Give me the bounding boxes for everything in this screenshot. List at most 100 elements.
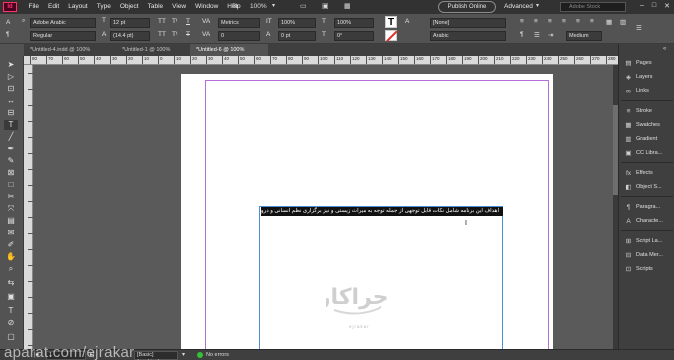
menu-type[interactable]: Type [92,3,115,10]
skew-field[interactable]: 0° [334,31,374,41]
menu-layout[interactable]: Layout [64,3,93,10]
default-colors-icon[interactable]: ⇆ [4,278,18,288]
indent-icon[interactable]: ⇥ [548,31,553,39]
tab-untitled-1[interactable]: *Untitled-1 @ 100% [116,44,190,56]
text-stroke-swatch[interactable] [385,30,397,41]
justify-icon[interactable]: ≡ [562,18,566,25]
pencil-tool-icon[interactable]: ✎ [4,156,18,166]
paragraph-formatting-icon[interactable]: ¶ [6,31,10,38]
baseline-shift-field[interactable]: 0 pt [278,31,316,41]
language-field[interactable]: Arabic [430,31,506,41]
rectangle-frame-tool-icon[interactable]: ⊠ [4,168,18,178]
kerning-field[interactable]: Metrics [218,18,260,28]
panel-effects[interactable]: fx Effects [625,168,653,178]
strikethrough-button[interactable]: T [186,31,190,38]
arrange-documents-icon[interactable]: ▦ [344,2,351,10]
collapse-panels-icon[interactable]: « [663,46,666,52]
panel-pages[interactable]: ▤ Pages [625,58,651,68]
panel-script-label[interactable]: ⊞ Script La... [625,236,663,246]
tracking-field[interactable]: 0 [218,31,260,41]
panel-paragraph-styles[interactable]: ¶ Paragra... [625,202,660,212]
type-tool-icon[interactable]: T [4,120,18,130]
paragraph-direction-icon[interactable]: ¶ [520,31,524,38]
direct-selection-tool-icon[interactable]: ▷ [4,72,18,82]
minimize-icon[interactable]: – [640,2,644,10]
page-tool-icon[interactable]: ⊡ [4,84,18,94]
document-page[interactable]: اهداف این برنامه شامل نکات قابل توجهی از… [181,74,553,349]
screen-mode-tool-icon[interactable]: ▢ [4,332,18,342]
font-family-field[interactable]: Adobe Arabic [30,18,96,28]
panel-layers[interactable]: ◈ Layers [625,72,653,82]
panel-menu-icon[interactable]: ☰ [636,24,642,32]
menu-edit[interactable]: Edit [43,3,63,10]
horizontal-scale-field[interactable]: 100% [334,18,374,28]
grid-align-icon[interactable]: ▦ [606,18,612,26]
font-style-field[interactable]: Regular [30,31,96,41]
panel-stroke[interactable]: ≡ Stroke [625,106,652,116]
eyedropper-tool-icon[interactable]: ✐ [4,240,18,250]
workspace-switcher[interactable]: Advanced [504,3,533,10]
workspace-chevron-icon[interactable]: ▾ [536,2,539,9]
screen-mode-icon[interactable]: ▣ [322,2,329,10]
stock-search-input[interactable]: Adobe Stock [560,2,626,12]
free-transform-tool-icon[interactable]: ⤧ [4,204,18,214]
close-icon[interactable]: ✕ [664,2,670,10]
align-towards-spine-icon[interactable]: ≡ [590,18,594,25]
menu-view[interactable]: View [168,3,191,10]
columns-icon[interactable]: ▥ [620,18,626,26]
list-icon[interactable]: ☰ [534,31,540,39]
rectangle-tool-icon[interactable]: □ [4,180,18,190]
menu-table[interactable]: Table [143,3,168,10]
leading-field[interactable]: (14.4 pt) [110,31,150,41]
publish-online-button[interactable]: Publish Online [438,1,496,13]
hand-tool-icon[interactable]: ✋ [4,252,18,262]
view-options-icon[interactable]: ▭ [300,2,307,10]
tab-untitled-6[interactable]: *Untitled-6 @ 100% [190,44,268,56]
gradient-tool-icon[interactable]: ▤ [4,216,18,226]
all-caps-button[interactable]: TT [158,18,166,25]
character-style-field[interactable]: [None] [430,18,506,28]
panel-links[interactable]: ∞ Links [625,86,649,96]
gap-tool-icon[interactable]: ↔ [4,96,18,106]
zoom-tool-icon[interactable]: ⌕ [4,264,18,274]
superscript-button[interactable]: Tᵗ [172,18,177,25]
justification-mode-field[interactable]: Medium [566,31,602,41]
subscript-button[interactable]: Tᵗ [172,31,177,38]
menu-window[interactable]: Window [191,3,223,10]
selected-text[interactable]: اهداف این برنامه شامل نکات قابل توجهی از… [261,207,503,216]
bridge-icon[interactable]: Br [232,3,239,10]
character-formatting-icon[interactable]: A [6,19,10,26]
justify-all-icon[interactable]: ≡ [576,18,580,25]
align-right-icon[interactable]: ≡ [548,18,552,25]
panel-character-styles[interactable]: A Characte... [625,216,663,226]
formatting-affects-text-icon[interactable]: T [4,306,18,316]
text-fill-swatch[interactable]: T [385,16,397,28]
align-left-icon[interactable]: ≡ [520,18,524,25]
note-tool-icon[interactable]: ✉ [4,228,18,238]
zoom-level[interactable]: 100% [250,3,267,10]
scissors-tool-icon[interactable]: ✂ [4,192,18,202]
pasteboard[interactable]: اهداف این برنامه شامل نکات قابل توجهی از… [33,65,613,349]
panel-object-styles[interactable]: ◧ Object S... [625,182,661,192]
underline-button[interactable]: T [186,18,190,25]
mode-field[interactable]: [Basic] (working) [134,351,178,360]
panel-gradient[interactable]: ▥ Gradient [625,134,657,144]
panel-data-merge[interactable]: ⊟ Data Mer... [625,250,663,260]
fill-stroke-swatch-icon[interactable]: ▣ [4,292,18,302]
preflight-status[interactable]: No errors [206,352,229,358]
small-caps-button[interactable]: TT [158,31,166,38]
maximize-icon[interactable]: □ [652,2,656,10]
panel-cc-libraries[interactable]: ▣ CC Libra... [625,148,662,158]
vertical-scale-field[interactable]: 100% [278,18,316,28]
menu-object[interactable]: Object [115,3,143,10]
content-collector-icon[interactable]: ⊟ [4,108,18,118]
panel-scripts[interactable]: ⊡ Scripts [625,264,653,274]
apply-none-icon[interactable]: ⊘ [4,318,18,328]
selection-tool-icon[interactable]: ➤ [4,60,18,70]
mode-chevron-icon[interactable]: ▾ [182,351,185,358]
chevron-down-icon[interactable]: ▾ [272,2,275,9]
line-tool-icon[interactable]: ╱ [4,132,18,142]
pen-tool-icon[interactable]: ✒ [4,144,18,154]
panel-swatches[interactable]: ▦ Swatches [625,120,659,130]
font-size-field[interactable]: 12 pt [110,18,150,28]
